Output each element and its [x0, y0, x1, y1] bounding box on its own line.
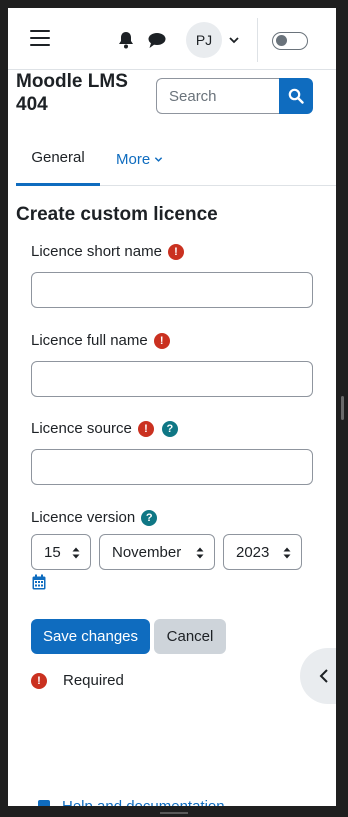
toggle-knob	[276, 35, 287, 46]
search-button[interactable]	[279, 78, 313, 114]
version-month-select[interactable]: November	[99, 534, 215, 570]
search-form	[156, 78, 313, 114]
version-year-select[interactable]: 2023	[223, 534, 302, 570]
cancel-button[interactable]: Cancel	[154, 619, 226, 654]
help-icon[interactable]: ?	[141, 509, 158, 526]
calendar-icon[interactable]	[32, 574, 46, 590]
home-indicator	[160, 812, 188, 814]
help-documentation-label: Help and documentation	[62, 798, 225, 806]
source-label-text: Licence source	[31, 420, 132, 437]
tab-more-label: More	[116, 150, 151, 168]
user-avatar[interactable]: PJ	[186, 22, 222, 58]
tab-general[interactable]: General	[16, 132, 100, 186]
required-icon: !	[31, 672, 47, 689]
version-label-text: Licence version	[31, 509, 136, 526]
navbar-divider	[257, 18, 258, 62]
version-year-value: 2023	[236, 543, 270, 561]
chevron-down-icon	[155, 156, 163, 162]
select-arrows-icon	[196, 547, 204, 559]
short-name-field[interactable]	[31, 272, 313, 308]
help-documentation-link[interactable]: Help and documentation	[38, 798, 225, 806]
document-icon	[38, 799, 50, 806]
version-label: Licence version ?	[31, 509, 165, 526]
required-icon: !	[167, 243, 184, 260]
search-icon	[288, 88, 304, 104]
top-navbar: PJ	[8, 8, 336, 70]
tab-general-label: General	[31, 149, 85, 166]
secondary-navigation: General More	[16, 132, 336, 186]
chevron-down-icon[interactable]	[228, 34, 240, 46]
chat-icon[interactable]	[147, 30, 167, 50]
source-field[interactable]	[31, 449, 313, 485]
tab-more[interactable]: More	[116, 132, 163, 186]
full-name-field[interactable]	[31, 361, 313, 397]
hamburger-icon[interactable]	[30, 30, 50, 46]
version-day-value: 15	[44, 543, 61, 561]
required-legend-text: Required	[63, 672, 124, 689]
select-arrows-icon	[283, 547, 291, 559]
bell-icon[interactable]	[116, 30, 136, 50]
source-label: Licence source ! ?	[31, 420, 186, 437]
required-icon: !	[137, 420, 154, 437]
required-legend: ! Required	[31, 672, 124, 689]
help-icon[interactable]: ?	[161, 420, 178, 437]
save-changes-button[interactable]: Save changes	[31, 619, 150, 654]
site-title: Moodle LMS 404	[16, 71, 128, 115]
select-arrows-icon	[72, 547, 80, 559]
version-day-select[interactable]: 15	[31, 534, 91, 570]
page-frame: PJ Moodle LMS 404 General More	[8, 8, 336, 806]
window-resize-handle[interactable]	[341, 396, 344, 420]
short-name-label: Licence short name !	[31, 243, 192, 260]
required-icon: !	[153, 332, 170, 349]
page-heading: Create custom licence	[16, 204, 218, 225]
short-name-label-text: Licence short name	[31, 243, 162, 260]
full-name-label: Licence full name !	[31, 332, 178, 349]
edit-mode-toggle[interactable]	[272, 32, 308, 50]
chevron-left-icon	[319, 669, 328, 683]
full-name-label-text: Licence full name	[31, 332, 148, 349]
version-month-value: November	[112, 543, 182, 561]
search-input[interactable]	[156, 78, 280, 114]
user-initials: PJ	[195, 32, 213, 48]
drawer-toggle-button[interactable]	[300, 648, 336, 704]
